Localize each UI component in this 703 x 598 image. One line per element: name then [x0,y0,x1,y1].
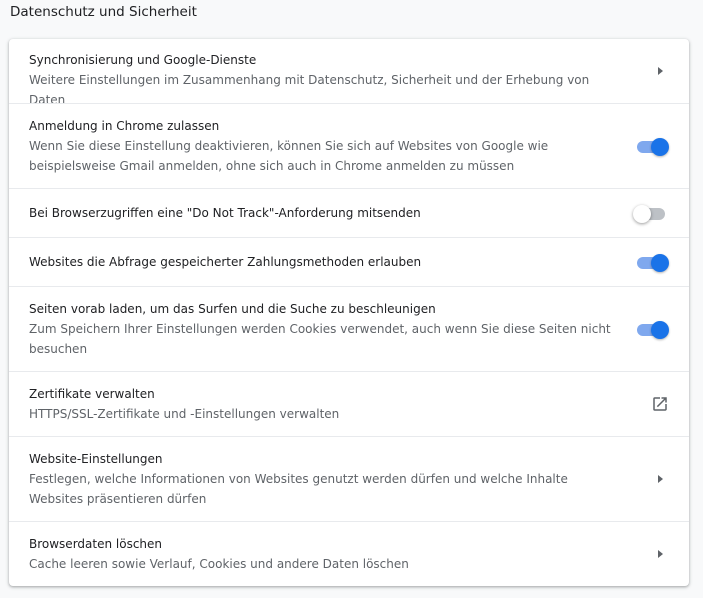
row-preload-pages: Seiten vorab laden, um das Surfen und di… [9,286,689,371]
row-title: Bei Browserzugriffen eine "Do Not Track"… [29,206,421,220]
row-subtitle: Wenn Sie diese Einstellung deaktivieren,… [29,139,549,173]
settings-card: Synchronisierung und Google-Dienste Weit… [9,39,689,586]
section-title: Datenschutz und Sicherheit [10,4,197,20]
open-in-new-icon[interactable] [651,395,669,413]
row-manage-certificates[interactable]: Zertifikate verwalten HTTPS/SSL-Zertifik… [9,371,689,436]
row-payment-methods: Websites die Abfrage gespeicherter Zahlu… [9,237,689,286]
row-title: Browserdaten löschen [29,537,163,551]
toggle-do-not-track[interactable] [633,205,669,223]
row-title: Websites die Abfrage gespeicherter Zahlu… [29,255,422,269]
row-website-settings[interactable]: Website-Einstellungen Festlegen, welche … [9,436,689,521]
row-do-not-track: Bei Browserzugriffen eine "Do Not Track"… [9,188,689,237]
row-title: Website-Einstellungen [29,452,163,466]
arrow-right-icon[interactable] [658,475,669,483]
toggle-chrome-signin[interactable] [635,138,669,156]
toggle-preload-pages[interactable] [635,321,669,339]
row-title: Zertifikate verwalten [29,387,155,401]
row-title: Synchronisierung und Google-Dienste [29,53,257,67]
toggle-knob [633,205,651,223]
toggle-knob [651,321,669,339]
row-subtitle: HTTPS/SSL-Zertifikate und -Einstellungen… [29,407,340,421]
row-subtitle: Cache leeren sowie Verlauf, Cookies und … [29,557,409,571]
toggle-payment-methods[interactable] [635,254,669,272]
row-subtitle: Zum Speichern Ihrer Einstellungen werden… [29,322,611,356]
row-allow-chrome-signin: Anmeldung in Chrome zulassen Wenn Sie di… [9,103,689,188]
arrow-right-icon[interactable] [658,550,669,558]
row-clear-browsing-data[interactable]: Browserdaten löschen Cache leeren sowie … [9,521,689,586]
row-title: Anmeldung in Chrome zulassen [29,119,220,133]
toggle-knob [651,138,669,156]
row-title: Seiten vorab laden, um das Surfen und di… [29,302,436,316]
row-sync[interactable]: Synchronisierung und Google-Dienste Weit… [9,39,689,107]
toggle-knob [651,254,669,272]
row-subtitle: Festlegen, welche Informationen von Webs… [29,472,568,506]
arrow-right-icon[interactable] [658,67,669,75]
